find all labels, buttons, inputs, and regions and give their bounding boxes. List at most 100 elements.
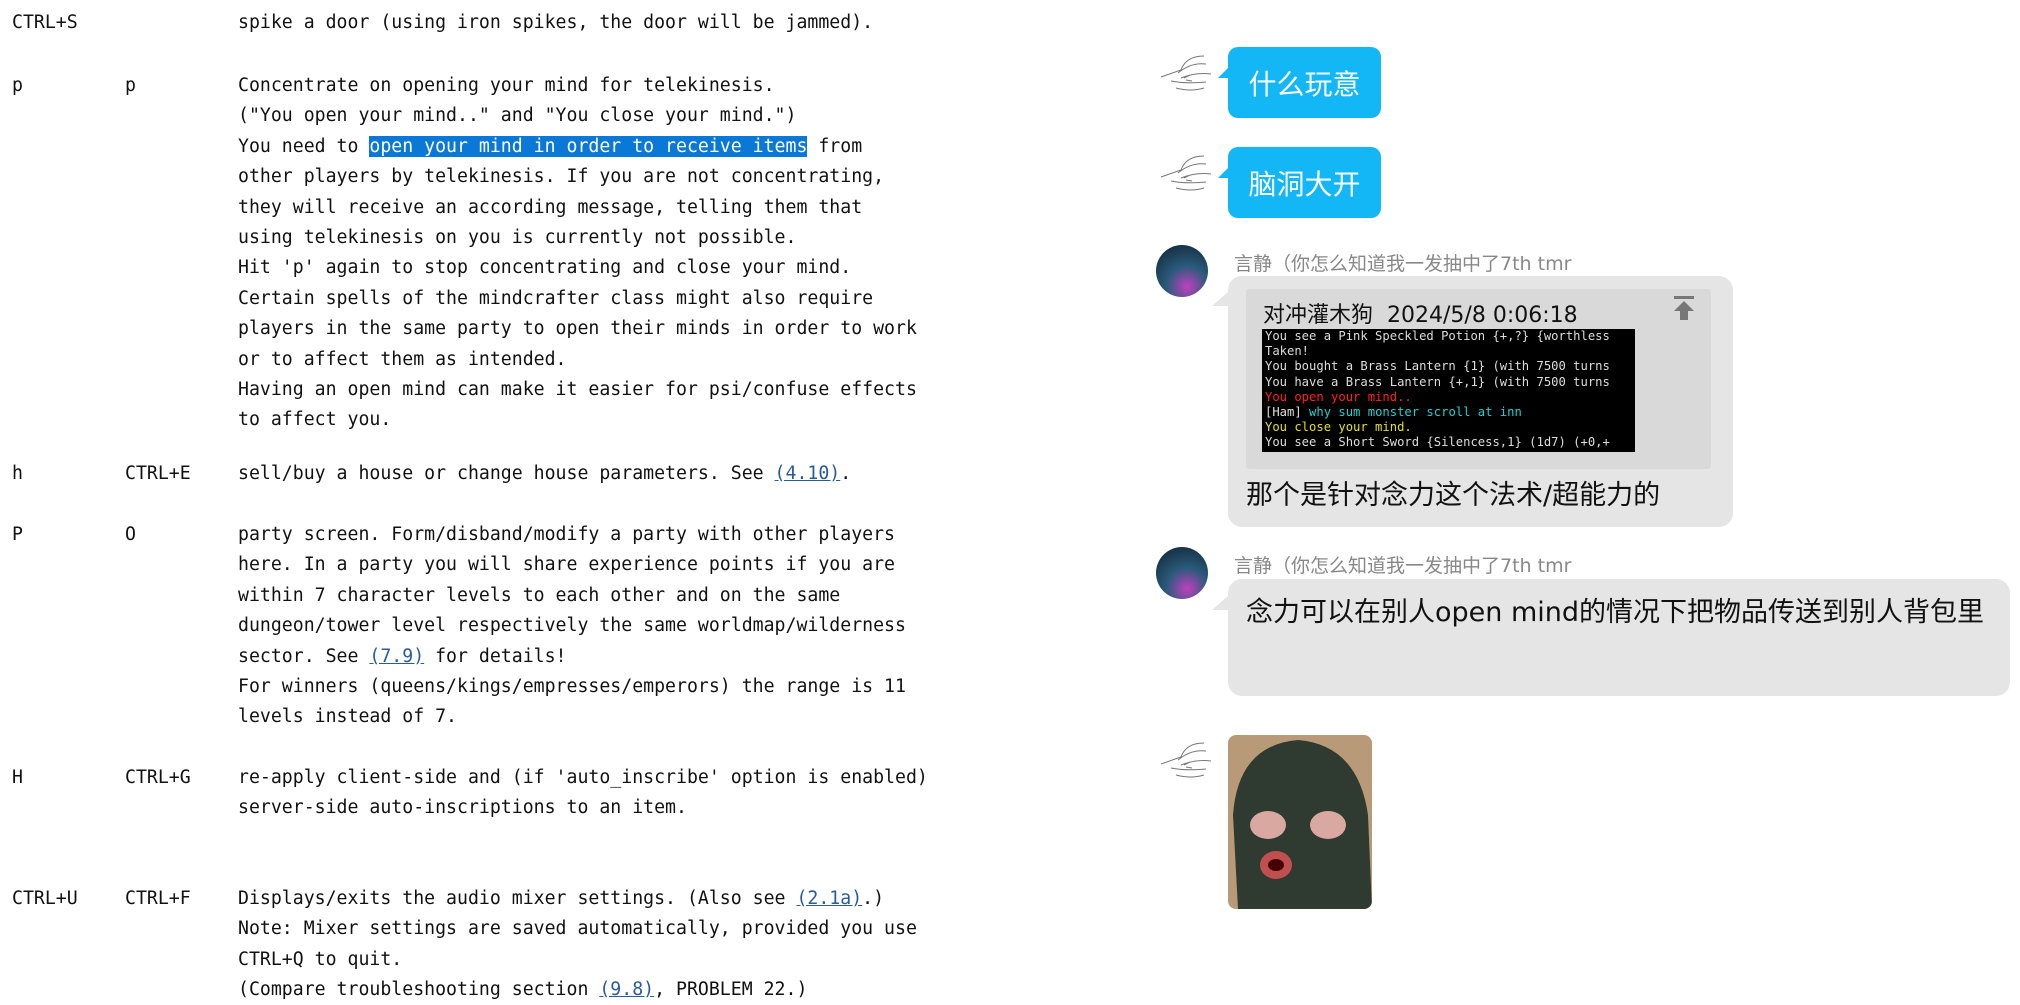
- text: for details!: [424, 645, 567, 667]
- text: sell/buy a house or change house paramet…: [238, 463, 775, 484]
- selected-text[interactable]: open your mind in order to receive items: [369, 135, 808, 157]
- message-bubble[interactable]: 什么玩意: [1228, 47, 1381, 118]
- log-text: You open your mind..: [1265, 389, 1412, 404]
- description-line: levels instead of 7.: [238, 702, 457, 732]
- bubble-tail: [1212, 292, 1228, 306]
- text: CTRL+Q to quit.: [238, 948, 403, 970]
- description-line: Concentrate on opening your mind for tel…: [238, 71, 775, 101]
- user-avatar[interactable]: [1156, 547, 1208, 599]
- sender-name: 言静（你怎么知道我一发抽中了7th tmr: [1234, 555, 1572, 577]
- description-line: You need to open your mind in order to r…: [238, 132, 862, 162]
- message-bubble[interactable]: 脑洞大开: [1228, 147, 1381, 218]
- text: here. In a party you will share experien…: [238, 554, 895, 576]
- command-key-alt: p: [125, 75, 136, 96]
- message-text: 脑洞大开: [1248, 167, 1361, 201]
- text: Having an open mind can make it easier f…: [238, 379, 917, 400]
- description-line: or to affect them as intended.: [238, 345, 567, 375]
- log-text: [Ham]: [1265, 405, 1310, 420]
- text: You need to: [238, 135, 370, 157]
- command-key-alt: CTRL+G: [125, 767, 191, 788]
- description-line: Hit 'p' again to stop concentrating and …: [238, 253, 851, 283]
- command-key: h: [12, 463, 23, 484]
- section-link[interactable]: (7.9): [369, 646, 424, 667]
- command-key: CTRL+S: [12, 12, 78, 33]
- section-link[interactable]: (9.8): [599, 979, 654, 1000]
- user-avatar[interactable]: [1156, 245, 1208, 297]
- text: (Compare troubleshooting section: [238, 979, 600, 1001]
- text: using telekinesis on you is currently no…: [238, 227, 797, 248]
- text: from: [807, 135, 863, 157]
- sender-name: 言静（你怎么知道我一发抽中了7th tmr: [1234, 253, 1572, 275]
- description-line: dungeon/tower level respectively the sam…: [238, 611, 906, 641]
- text: Certain spells of the mindcrafter class …: [238, 287, 874, 309]
- command-key-alt: CTRL+E: [125, 463, 191, 484]
- description-line: re-apply client-side and (if 'auto_inscr…: [238, 763, 928, 793]
- quote-author: 对冲灌木狗: [1263, 303, 1374, 328]
- text: they will receive an according message, …: [238, 196, 863, 218]
- quote-header: 对冲灌木狗 2024/5/8 0:06:18: [1263, 297, 1578, 329]
- section-link[interactable]: (4.10): [775, 463, 841, 484]
- log-line: You close your mind.: [1265, 420, 1635, 435]
- text: Note: Mixer settings are saved automatic…: [238, 918, 917, 940]
- description-line: party screen. Form/disband/modify a part…: [238, 520, 895, 550]
- text: For winners (queens/kings/empresses/empe…: [238, 676, 906, 697]
- log-text: why sum monster scroll at inn: [1309, 405, 1522, 420]
- description-line: Having an open mind can make it easier f…: [238, 375, 917, 405]
- text: Hit 'p' again to stop concentrating and …: [238, 257, 852, 279]
- log-text: You see a Pink Speckled Potion {+,?} {wo…: [1265, 329, 1610, 343]
- log-text: You have a Brass Lantern {+,1} (with 750…: [1265, 374, 1610, 389]
- description-line: sector. See (7.9) for details!: [238, 642, 567, 672]
- description-line: sell/buy a house or change house paramet…: [238, 459, 851, 489]
- description-line: using telekinesis on you is currently no…: [238, 223, 796, 253]
- command-key-alt: CTRL+F: [125, 888, 191, 909]
- log-text: You see a Short Sword {Silencess,1} (1d7…: [1265, 435, 1610, 450]
- description-line: Displays/exits the audio mixer settings.…: [238, 884, 884, 914]
- description-line: ("You open your mind.." and "You close y…: [238, 101, 796, 131]
- command-key: P: [12, 524, 23, 545]
- text: .: [840, 463, 852, 484]
- log-text: You close your mind.: [1265, 420, 1412, 435]
- manual-document: CTRL+S spike a door (using iron spikes, t…: [0, 0, 1140, 1000]
- command-key: CTRL+U: [12, 888, 78, 909]
- description-line: to affect you.: [238, 405, 391, 435]
- message-bubble-with-quote[interactable]: 对冲灌木狗 2024/5/8 0:06:18 You see a Pink Sp…: [1228, 276, 1733, 527]
- text: or to affect them as intended.: [238, 348, 567, 370]
- hedgehog-avatar-icon[interactable]: [1156, 148, 1216, 198]
- log-line: You see a Short Sword {Silencess,1} (1d7…: [1265, 435, 1635, 450]
- message-bubble[interactable]: 念力可以在别人open mind的情况下把物品传送到别人背包里: [1228, 579, 2010, 696]
- message-text: 那个是针对念力这个法术/超能力的: [1246, 480, 1661, 511]
- quote-time: 2024/5/8 0:06:18: [1387, 303, 1578, 328]
- hedgehog-avatar-icon[interactable]: [1156, 735, 1216, 785]
- description-line: Certain spells of the mindcrafter class …: [238, 284, 873, 314]
- description-line: CTRL+Q to quit.: [238, 945, 402, 975]
- balaclava-face-sticker-icon: [1233, 740, 1372, 909]
- text: , PROBLEM 22.): [654, 979, 808, 1001]
- description-line: Note: Mixer settings are saved automatic…: [238, 914, 917, 944]
- description-line: players in the same party to open their …: [238, 314, 917, 344]
- log-text: Taken!: [1265, 344, 1310, 359]
- text: players in the same party to open their …: [238, 318, 917, 340]
- text: party screen. Form/disband/modify a part…: [238, 524, 895, 545]
- sticker-image[interactable]: [1228, 735, 1372, 909]
- description-line: spike a door (using iron spikes, the doo…: [238, 8, 873, 38]
- text: spike a door (using iron spikes, the doo…: [238, 12, 874, 33]
- text: dungeon/tower level respectively the sam…: [238, 615, 906, 637]
- log-line: Taken!: [1265, 344, 1635, 359]
- description-line: within 7 character levels to each other …: [238, 581, 840, 611]
- jump-to-message-icon[interactable]: [1673, 295, 1695, 321]
- game-log-screenshot: You see a Pink Speckled Potion {+,?} {wo…: [1262, 329, 1635, 452]
- bubble-tail: [1212, 596, 1228, 610]
- hedgehog-avatar-icon[interactable]: [1156, 48, 1216, 98]
- text: server-side auto-inscriptions to an item…: [238, 797, 687, 819]
- text: Displays/exits the audio mixer settings.…: [238, 888, 797, 909]
- message-text: 念力可以在别人open mind的情况下把物品传送到别人背包里: [1246, 597, 1985, 628]
- quoted-message[interactable]: 对冲灌木狗 2024/5/8 0:06:18 You see a Pink Sp…: [1246, 289, 1711, 469]
- description-line: here. In a party you will share experien…: [238, 550, 895, 580]
- text: within 7 character levels to each other …: [238, 584, 841, 606]
- command-key: p: [12, 75, 23, 96]
- description-line: For winners (queens/kings/empresses/empe…: [238, 672, 906, 702]
- log-text: You bought a Brass Lantern {1} (with 750…: [1265, 359, 1610, 374]
- description-line: server-side auto-inscriptions to an item…: [238, 793, 687, 823]
- command-key: H: [12, 767, 23, 788]
- section-link[interactable]: (2.1a): [796, 888, 862, 909]
